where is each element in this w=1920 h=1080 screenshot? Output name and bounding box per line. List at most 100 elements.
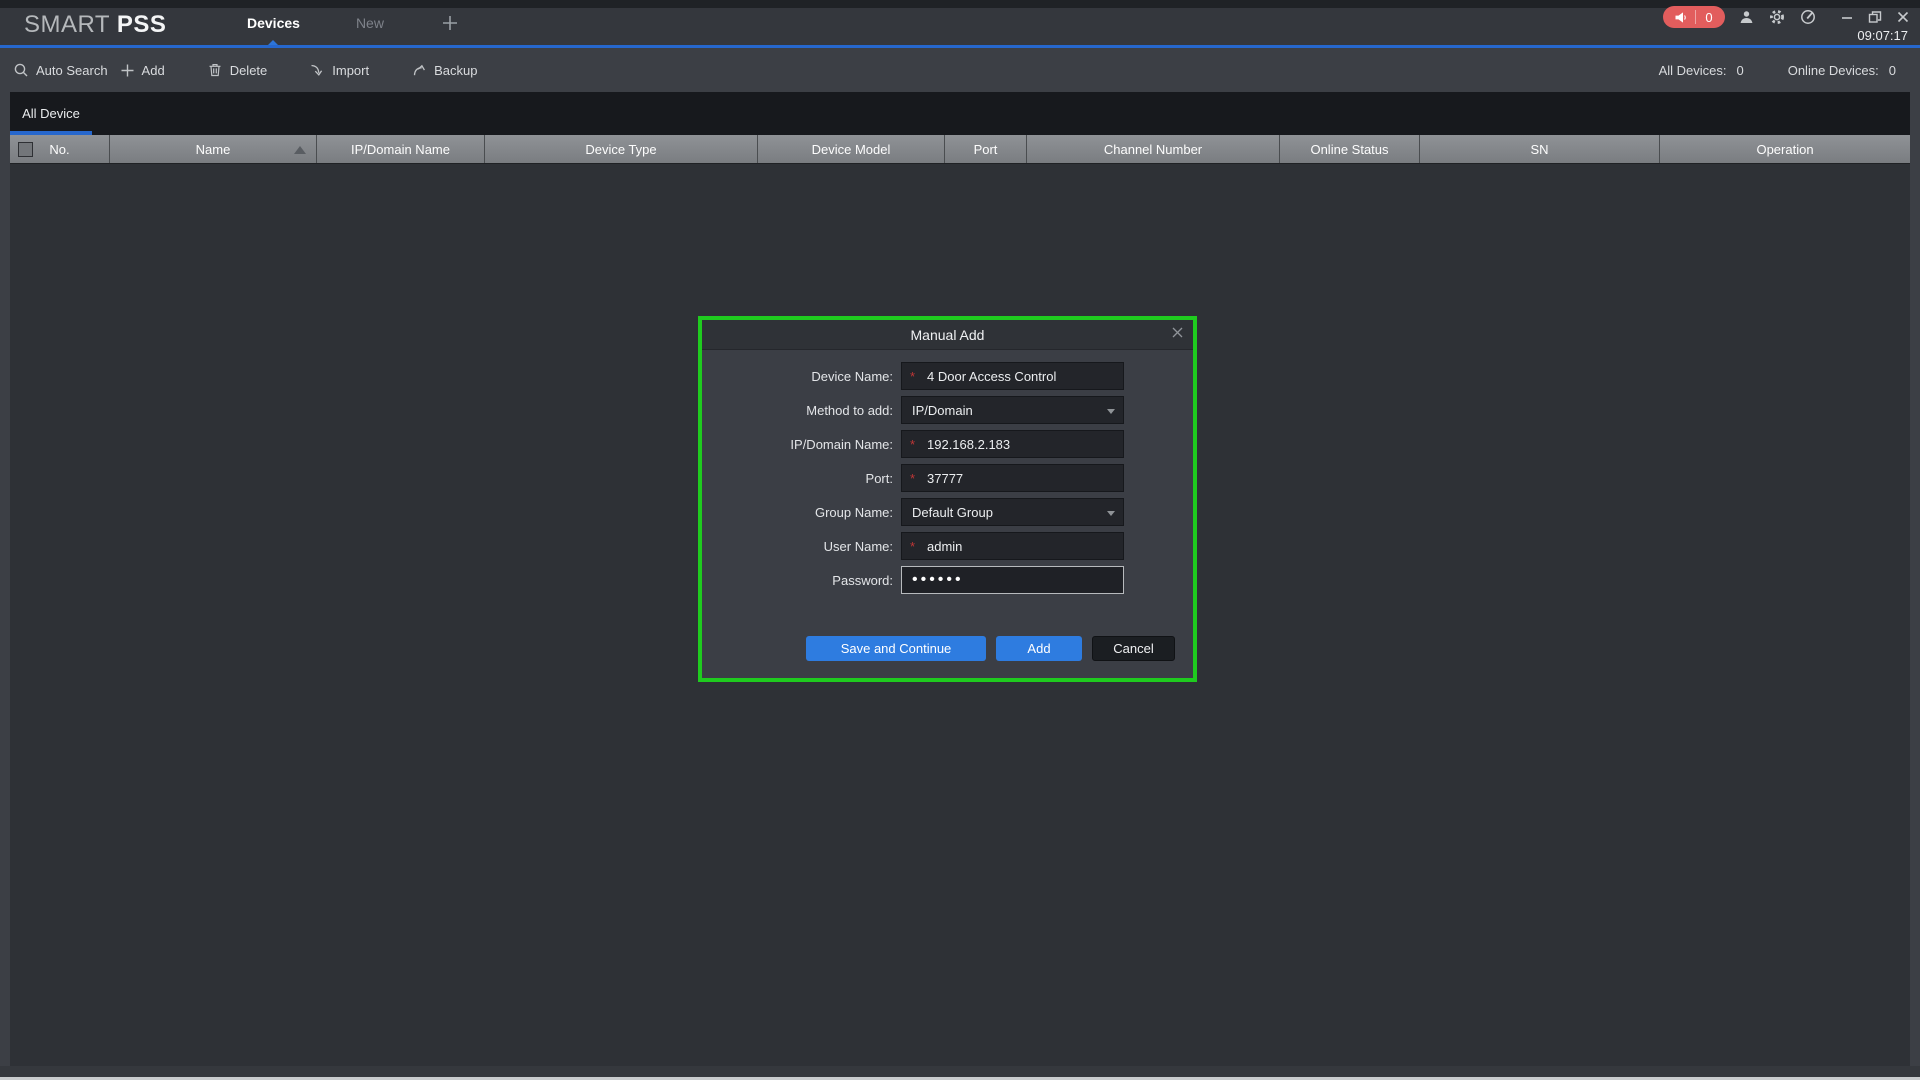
- required-mark: *: [910, 437, 920, 452]
- user-name-input[interactable]: * admin: [901, 532, 1124, 560]
- gauge-icon: [1799, 8, 1817, 26]
- column-device-type[interactable]: Device Type: [485, 135, 758, 163]
- required-mark: *: [910, 471, 920, 486]
- new-tab-button[interactable]: [440, 13, 460, 33]
- backup-button[interactable]: Backup: [411, 62, 477, 78]
- column-operation[interactable]: Operation: [1660, 135, 1910, 163]
- minimize-button[interactable]: [1840, 10, 1854, 24]
- device-toolbar: Auto Search Add Delete Import Backup: [0, 48, 1920, 92]
- device-name-value: 4 Door Access Control: [927, 369, 1056, 384]
- dialog-buttons: Save and Continue Add Cancel: [806, 636, 1175, 661]
- save-and-continue-button[interactable]: Save and Continue: [806, 636, 986, 661]
- field-row-device-name: Device Name: * 4 Door Access Control: [702, 362, 1193, 390]
- settings-button[interactable]: [1768, 8, 1786, 26]
- port-input[interactable]: * 37777: [901, 464, 1124, 492]
- import-arrow-icon: [309, 62, 325, 78]
- alarm-center-button[interactable]: 0: [1663, 6, 1725, 28]
- select-all-checkbox[interactable]: [18, 142, 33, 157]
- delete-device-button[interactable]: Delete: [207, 62, 268, 78]
- dialog-body: Device Name: * 4 Door Access Control Met…: [702, 350, 1193, 594]
- method-value: IP/Domain: [912, 403, 973, 418]
- tab-all-device[interactable]: All Device: [10, 92, 92, 135]
- field-row-password: Password: ••••••: [702, 566, 1193, 594]
- plus-icon: [440, 13, 460, 33]
- password-masked-value: ••••••: [912, 575, 964, 585]
- field-row-ip-domain: IP/Domain Name: * 192.168.2.183: [702, 430, 1193, 458]
- device-name-input[interactable]: * 4 Door Access Control: [901, 362, 1124, 390]
- field-row-group: Group Name: Default Group: [702, 498, 1193, 526]
- close-button[interactable]: [1896, 10, 1910, 24]
- clock: 09:07:17: [1857, 28, 1908, 43]
- column-channel-number[interactable]: Channel Number: [1027, 135, 1280, 163]
- column-port[interactable]: Port: [945, 135, 1027, 163]
- list-tab-bar: All Device: [10, 92, 1910, 135]
- add-device-button[interactable]: Add: [120, 63, 165, 78]
- app-logo: SMART PSS: [24, 11, 166, 39]
- logo-smart: SMART: [24, 11, 110, 38]
- titlebar-icons: 0: [1663, 6, 1910, 28]
- all-devices-counter: All Devices: 0: [1659, 63, 1744, 78]
- required-mark: *: [910, 369, 920, 384]
- restore-button[interactable]: [1868, 10, 1882, 24]
- main-nav: Devices New: [247, 0, 460, 45]
- cancel-button[interactable]: Cancel: [1092, 636, 1175, 661]
- ip-domain-input[interactable]: * 192.168.2.183: [901, 430, 1124, 458]
- smart-pss-window: SMART PSS Devices New 0: [0, 0, 1920, 1080]
- minimize-icon: [1840, 10, 1854, 24]
- device-counters: All Devices: 0 Online Devices: 0: [1659, 63, 1896, 78]
- user-name-value: admin: [927, 539, 962, 554]
- online-devices-value: 0: [1889, 63, 1896, 78]
- auto-search-button[interactable]: Auto Search: [13, 62, 108, 78]
- manual-add-dialog: Manual Add Device Name: * 4 Door Access …: [698, 316, 1197, 682]
- all-devices-value: 0: [1736, 63, 1743, 78]
- column-name[interactable]: Name: [110, 135, 317, 163]
- ip-domain-value: 192.168.2.183: [927, 437, 1010, 452]
- dialog-title-bar: Manual Add: [702, 320, 1193, 350]
- tab-devices[interactable]: Devices: [247, 0, 300, 45]
- column-no[interactable]: No.: [10, 135, 110, 163]
- ip-domain-label: IP/Domain Name:: [702, 437, 901, 452]
- person-icon: [1738, 9, 1755, 26]
- group-select[interactable]: Default Group: [901, 498, 1124, 526]
- restore-icon: [1868, 10, 1882, 24]
- group-value: Default Group: [912, 505, 993, 520]
- plus-icon: [120, 63, 135, 78]
- dropdown-caret-icon: [1107, 511, 1115, 516]
- speaker-icon: [1674, 11, 1687, 24]
- active-tab-notch: [268, 40, 278, 45]
- online-devices-counter: Online Devices: 0: [1788, 63, 1896, 78]
- import-button[interactable]: Import: [309, 62, 369, 78]
- dialog-close-button[interactable]: [1171, 326, 1184, 339]
- password-label: Password:: [702, 573, 901, 588]
- trash-icon: [207, 62, 223, 78]
- tab-new[interactable]: New: [356, 0, 384, 45]
- add-button[interactable]: Add: [996, 636, 1082, 661]
- password-input[interactable]: ••••••: [901, 566, 1124, 594]
- method-select[interactable]: IP/Domain: [901, 396, 1124, 424]
- backup-arrow-icon: [411, 62, 427, 78]
- user-account-button[interactable]: [1738, 9, 1755, 26]
- device-name-label: Device Name:: [702, 369, 901, 384]
- column-device-model[interactable]: Device Model: [758, 135, 945, 163]
- field-row-port: Port: * 37777: [702, 464, 1193, 492]
- search-icon: [13, 62, 29, 78]
- alarm-count: 0: [1704, 10, 1714, 25]
- dialog-title: Manual Add: [911, 327, 985, 343]
- table-header: No. Name IP/Domain Name Device Type Devi…: [10, 135, 1910, 164]
- window-controls: [1840, 10, 1910, 24]
- column-ip-domain[interactable]: IP/Domain Name: [317, 135, 485, 163]
- dropdown-caret-icon: [1107, 409, 1115, 414]
- status-footer: [0, 1066, 1920, 1077]
- gear-icon: [1768, 8, 1786, 26]
- column-online-status[interactable]: Online Status: [1280, 135, 1420, 163]
- badge-divider: [1695, 10, 1696, 24]
- user-name-label: User Name:: [702, 539, 901, 554]
- port-value: 37777: [927, 471, 963, 486]
- field-row-user: User Name: * admin: [702, 532, 1193, 560]
- field-row-method: Method to add: IP/Domain: [702, 396, 1193, 424]
- column-sn[interactable]: SN: [1420, 135, 1660, 163]
- close-icon: [1896, 10, 1910, 24]
- required-mark: *: [910, 539, 920, 554]
- title-bar: SMART PSS Devices New 0: [0, 0, 1920, 45]
- dashboard-button[interactable]: [1799, 8, 1817, 26]
